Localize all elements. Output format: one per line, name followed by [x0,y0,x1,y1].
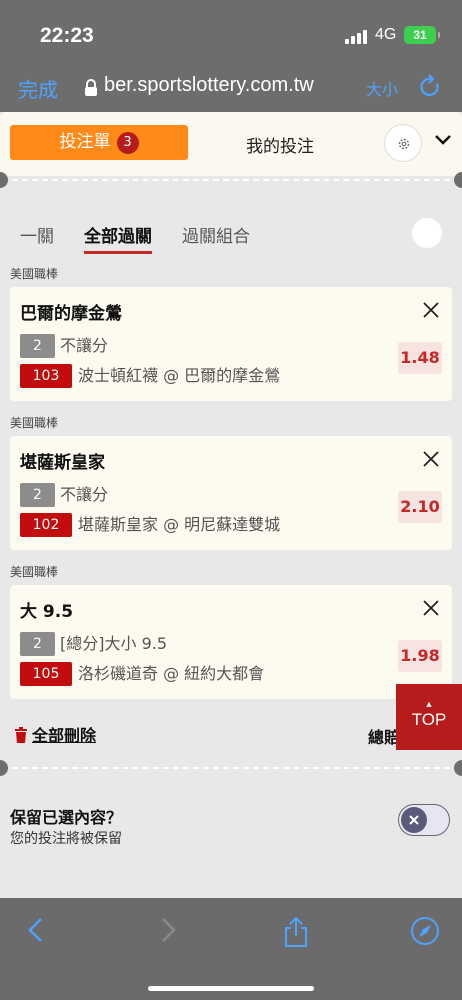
battery-icon: 31 [404,26,440,44]
divider [0,176,462,182]
arrow-up-icon: ▲ [424,699,434,709]
league-label: 美國職棒 [10,267,59,281]
bet-type: 不讓分 [60,336,109,355]
status-bar: 22:23 4G 31 [0,0,462,64]
keep-selection-switch[interactable] [398,804,450,836]
settings-button[interactable] [384,124,422,162]
browser-toolbar [0,898,462,1000]
match-name: 堪薩斯皇家 @ 明尼蘇達雙城 [78,515,281,534]
tab-single[interactable]: 一關 [20,222,54,247]
options-toggle[interactable] [412,218,442,248]
game-code: 103 [20,364,72,388]
bet-selection: 堪薩斯皇家 [20,453,105,473]
text-size-button[interactable]: 大小 [366,76,398,100]
clock: 22:23 [40,24,94,47]
tab-bet-slip[interactable]: 投注單 3 [10,125,188,160]
bet-card: 堪薩斯皇家 2 不讓分 102 堪薩斯皇家 @ 明尼蘇達雙城 2.10 [10,436,452,550]
close-icon[interactable] [422,599,440,617]
keep-selection-description: 您的投注將被保留 [10,831,122,847]
tab-all-parlay[interactable]: 全部過關 [84,222,152,254]
compass-icon[interactable] [410,916,440,946]
trash-icon [15,727,27,743]
url-field[interactable]: ber.sportslottery.com.tw [104,74,314,97]
clear-all-button[interactable]: 全部刪除 [14,722,96,746]
bet-type-code: 2 [20,483,55,507]
keep-selection-title: 保留已選內容？ [10,808,123,827]
odds-value: 1.48 [398,342,442,374]
close-icon[interactable] [422,450,440,468]
bet-selection: 巴爾的摩金鶯 [20,304,122,324]
switch-knob [401,807,427,833]
share-icon[interactable] [282,916,310,948]
odds-value: 1.98 [398,640,442,672]
home-indicator [148,986,314,991]
close-icon[interactable] [422,301,440,319]
tab-my-bets[interactable]: 我的投注 [246,132,314,157]
battery-level: 31 [413,28,427,42]
bet-card: 巴爾的摩金鶯 2 不讓分 103 波士頓紅襪 @ 巴爾的摩金鶯 1.48 [10,287,452,401]
done-button[interactable]: 完成 [18,74,58,103]
sub-tabs: 一關 全部過關 過關組合 [0,222,462,258]
tab-bet-slip-label: 投注單 [59,132,111,152]
bet-type-code: 2 [20,632,55,656]
bet-slip-panel: 投注單 3 我的投注 一關 全部過關 過關組合 美國職棒 巴爾的摩金鶯 2 不讓分… [0,112,462,898]
bet-selection: 大 9.5 [20,602,74,622]
bet-type-code: 2 [20,334,55,358]
tab-parlay-combo[interactable]: 過關組合 [182,222,250,247]
reload-icon[interactable] [418,74,442,100]
odds-value: 2.10 [398,491,442,523]
league-label: 美國職棒 [10,565,59,579]
bet-type: 不讓分 [60,485,109,504]
signal-icon [345,30,371,44]
clear-all-label: 全部刪除 [32,726,97,745]
chevron-down-icon[interactable] [434,134,452,146]
network-type: 4G [375,26,397,43]
game-code: 102 [20,513,72,537]
close-icon [409,815,419,825]
bet-card: 大 9.5 2 [總分]大小 9.5 105 洛杉磯道奇 @ 紐約大都會 1.9… [10,585,452,699]
league-label: 美國職棒 [10,416,59,430]
lock-icon [85,79,97,96]
divider [0,764,462,770]
back-to-top-button[interactable]: ▲ TOP [396,684,462,750]
forward-icon[interactable] [158,916,178,944]
gear-icon [398,138,410,150]
back-icon[interactable] [26,916,46,944]
top-label: TOP [411,710,447,729]
bet-count-badge: 3 [116,132,139,154]
match-name: 波士頓紅襪 @ 巴爾的摩金鶯 [78,366,281,385]
match-name: 洛杉磯道奇 @ 紐約大都會 [78,664,265,683]
bet-type: [總分]大小 9.5 [60,634,168,653]
game-code: 105 [20,662,72,686]
bet-slip-header: 投注單 3 我的投注 [0,112,462,176]
address-bar: 完成 ber.sportslottery.com.tw 大小 [0,64,462,112]
